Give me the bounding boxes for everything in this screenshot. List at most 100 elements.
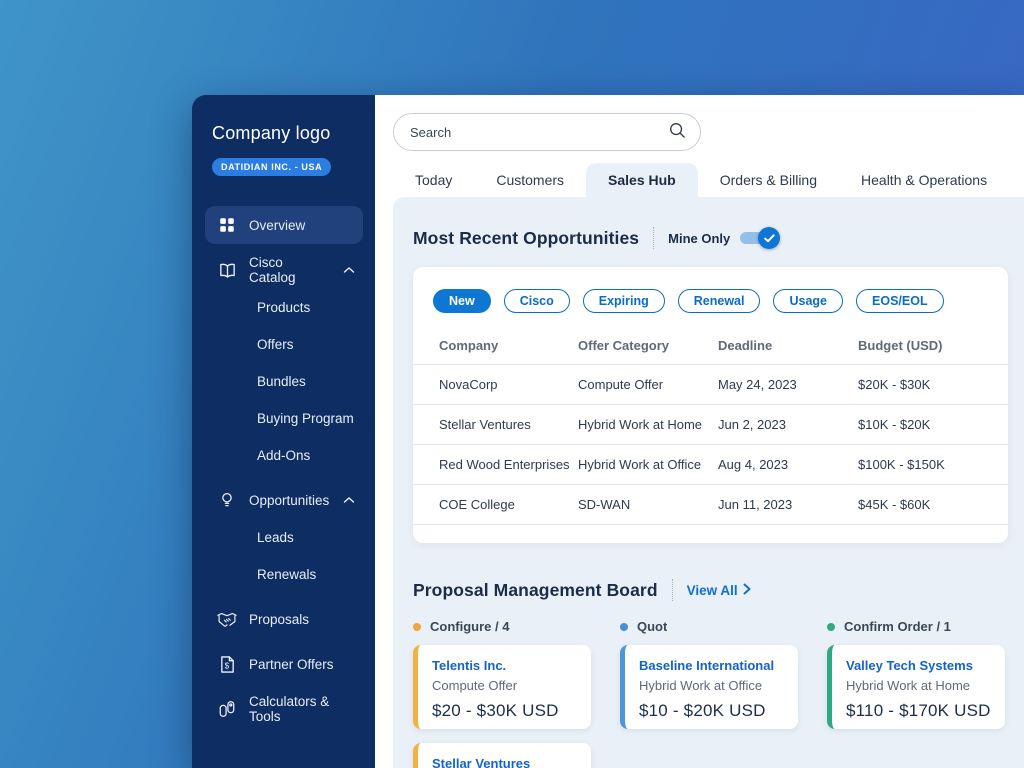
proposal-company-link[interactable]: Telentis Inc. — [432, 658, 577, 673]
sidebar-item-label: Products — [257, 300, 311, 315]
sidebar-item-buying-program[interactable]: Buying Program — [205, 400, 363, 437]
column-label: Confirm Order / 1 — [844, 619, 951, 634]
sidebar-item-calculators-tools[interactable]: Calculators & Tools — [205, 690, 363, 728]
tab-orders-billing[interactable]: Orders & Billing — [698, 163, 839, 197]
calculator-icon — [217, 699, 237, 719]
svg-text:$: $ — [224, 661, 229, 670]
board-column-configure: Configure / 4 Telentis Inc. Compute Offe… — [413, 619, 591, 768]
proposal-company-link[interactable]: Valley Tech Systems — [846, 658, 991, 673]
cell-category: Compute Offer — [578, 377, 664, 392]
filter-pill-eos-eol[interactable]: EOS/EOL — [856, 289, 944, 313]
sidebar-item-overview[interactable]: Overview — [205, 206, 363, 244]
board-column-quote: Quot Baseline International Hybrid Work … — [620, 619, 798, 768]
sidebar-item-label: Buying Program — [257, 411, 354, 426]
search-icon[interactable] — [668, 121, 686, 144]
filter-pill-new[interactable]: New — [433, 289, 491, 313]
proposal-category: Compute Offer — [432, 678, 518, 693]
sidebar-item-offers[interactable]: Offers — [205, 326, 363, 363]
filter-pill-expiring[interactable]: Expiring — [582, 289, 665, 313]
tab-today[interactable]: Today — [393, 163, 474, 197]
sidebar-item-opportunities[interactable]: Opportunities — [205, 481, 363, 519]
app-window: Company logo DATIDIAN INC. - USA Overvie… — [192, 95, 1024, 768]
mine-only-control: Mine Only — [668, 227, 781, 249]
filter-pill-renewal[interactable]: Renewal — [677, 289, 761, 313]
table-header-row: Company Offer Category Deadline Budget (… — [413, 327, 1008, 365]
proposal-card[interactable]: Stellar Ventures — [413, 743, 591, 768]
cell-company: COE College — [439, 497, 515, 512]
sidebar-item-proposals[interactable]: Proposals — [205, 600, 363, 638]
mine-only-toggle[interactable] — [740, 227, 781, 249]
status-dot-quote — [620, 622, 628, 631]
proposal-price: $110 - $170K USD — [846, 701, 991, 720]
cell-category: Hybrid Work at Home — [578, 417, 703, 432]
cell-budget: $20K - $30K — [858, 377, 931, 392]
sidebar-item-label: Cisco Catalog — [249, 255, 296, 285]
table-row[interactable]: Red Wood Enterprises Hybrid Work at Offi… — [413, 445, 1008, 485]
sidebar-item-partner-offers[interactable]: $ Partner Offers — [205, 645, 363, 683]
filter-pill-cisco[interactable]: Cisco — [503, 289, 570, 313]
column-header-configure: Configure / 4 — [413, 619, 591, 634]
tab-label: Customers — [496, 172, 565, 188]
view-all-link[interactable]: View All — [687, 583, 751, 598]
proposal-card[interactable]: Baseline International Hybrid Work at Of… — [620, 645, 798, 729]
cell-deadline: Jun 2, 2023 — [718, 417, 786, 432]
cell-deadline: May 24, 2023 — [718, 377, 797, 392]
column-header-deadline: Deadline — [718, 338, 773, 353]
chevron-up-icon — [343, 266, 355, 274]
opportunities-table: Company Offer Category Deadline Budget (… — [413, 327, 1008, 525]
sidebar-nav: Overview Cisco Catalog Products Offers B… — [205, 206, 363, 728]
chevron-up-icon — [343, 496, 355, 504]
sidebar-item-label: Calculators & Tools — [249, 694, 330, 724]
opportunities-header: Most Recent Opportunities Mine Only — [413, 227, 1008, 249]
sidebar-item-bundles[interactable]: Bundles — [205, 363, 363, 400]
column-header-budget: Budget (USD) — [858, 338, 943, 353]
sidebar-item-label: Leads — [257, 530, 294, 545]
tab-customers[interactable]: Customers — [474, 163, 586, 197]
sales-hub-panel: Most Recent Opportunities Mine Only New … — [393, 197, 1024, 768]
status-dot-confirm-order — [827, 622, 835, 631]
filter-pill-usage[interactable]: Usage — [773, 289, 844, 313]
table-row[interactable]: Stellar Ventures Hybrid Work at Home Jun… — [413, 405, 1008, 445]
column-label: Quot — [637, 619, 668, 634]
section-title-opportunities: Most Recent Opportunities — [413, 227, 640, 248]
proposal-company-link[interactable]: Stellar Ventures — [432, 756, 577, 768]
tab-sales-hub[interactable]: Sales Hub — [586, 163, 698, 197]
sidebar-item-cisco-catalog[interactable]: Cisco Catalog — [205, 251, 363, 289]
proposal-company-link[interactable]: Baseline International — [639, 658, 784, 673]
table-row[interactable]: NovaCorp Compute Offer May 24, 2023 $20K… — [413, 365, 1008, 405]
grid-icon — [217, 215, 237, 235]
section-title-board: Proposal Management Board — [413, 579, 658, 600]
sidebar-item-label: Bundles — [257, 374, 306, 389]
dotted-divider — [671, 579, 673, 601]
sidebar-item-add-ons[interactable]: Add-Ons — [205, 437, 363, 474]
proposal-card[interactable]: Valley Tech Systems Hybrid Work at Home … — [827, 645, 1005, 729]
proposal-category: Hybrid Work at Home — [846, 678, 971, 693]
sidebar-item-products[interactable]: Products — [205, 289, 363, 326]
mine-only-label: Mine Only — [668, 230, 731, 246]
cell-company: Red Wood Enterprises — [439, 457, 570, 472]
sidebar-item-label: Renewals — [257, 567, 317, 582]
cell-company: Stellar Ventures — [439, 417, 531, 432]
lightbulb-icon — [217, 490, 237, 510]
view-all-label: View All — [686, 582, 738, 598]
org-badge[interactable]: DATIDIAN INC. - USA — [212, 158, 332, 176]
company-logo: Company logo — [212, 123, 331, 143]
search-input[interactable] — [410, 124, 668, 140]
sidebar-item-leads[interactable]: Leads — [205, 519, 363, 556]
column-header-confirm-order: Confirm Order / 1 — [827, 619, 1005, 634]
dotted-divider — [653, 227, 655, 249]
column-label: Configure / 4 — [430, 619, 510, 634]
cell-budget: $45K - $60K — [858, 497, 931, 512]
tab-health-operations[interactable]: Health & Operations — [839, 163, 1009, 197]
sidebar-item-renewals[interactable]: Renewals — [205, 556, 363, 593]
tab-bar: Today Customers Sales Hub Orders & Billi… — [393, 163, 1009, 197]
proposal-price: $10 - $20K USD — [639, 701, 766, 720]
board-column-confirm-order: Confirm Order / 1 Valley Tech Systems Hy… — [827, 619, 1005, 768]
opportunity-filters: New Cisco Expiring Renewal Usage EOS/EOL — [413, 289, 1008, 313]
document-dollar-icon: $ — [217, 654, 237, 674]
proposal-price: $20 - $30K USD — [432, 701, 559, 720]
proposal-card[interactable]: Telentis Inc. Compute Offer $20 - $30K U… — [413, 645, 591, 729]
status-dot-configure — [413, 622, 421, 631]
sidebar-item-label: Proposals — [249, 611, 310, 627]
table-row[interactable]: COE College SD-WAN Jun 11, 2023 $45K - $… — [413, 485, 1008, 525]
